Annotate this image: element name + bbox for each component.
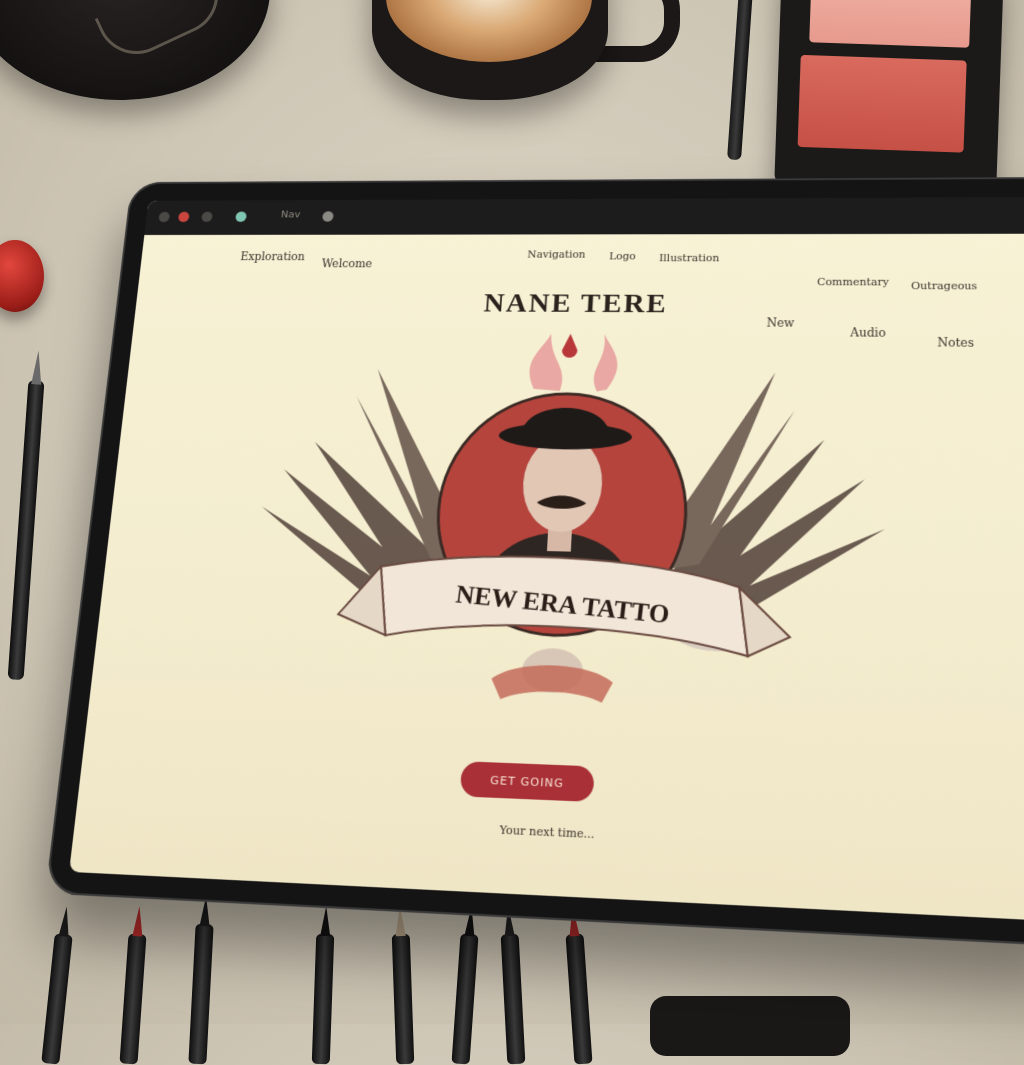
smartphone [650, 996, 850, 1056]
red-marker [119, 933, 147, 1065]
pen [7, 379, 45, 681]
browser-tab[interactable]: Nav [280, 209, 301, 220]
pen [311, 933, 335, 1065]
coffee-cup [372, 0, 680, 110]
tablet-device: Nav Exploration Welcome Navigation Logo … [45, 176, 1024, 948]
nav-link[interactable]: Illustration [659, 252, 720, 264]
nav-link[interactable]: Welcome [321, 258, 372, 270]
nav-link[interactable]: Logo [609, 250, 636, 262]
pen [451, 933, 479, 1065]
window-control-icon[interactable] [158, 211, 171, 223]
window-control-icon[interactable] [201, 211, 213, 222]
nav-link[interactable]: Commentary [817, 276, 889, 288]
red-marker [565, 933, 593, 1065]
hero-illustration: NEW ERA TATTO [252, 333, 886, 704]
pencil [391, 933, 415, 1065]
footer-tagline: Your next time... [499, 823, 595, 842]
red-pen-cap [0, 240, 44, 312]
pen [41, 933, 73, 1065]
browser-toolbar: Nav [144, 197, 1024, 236]
nav-link[interactable]: Exploration [240, 251, 306, 263]
blush-palette [774, 0, 1004, 192]
pen [500, 933, 526, 1065]
pen [188, 923, 214, 1065]
status-dot-icon [235, 211, 247, 222]
browser-window: Nav Exploration Welcome Navigation Logo … [69, 197, 1024, 922]
close-icon[interactable] [177, 211, 190, 223]
get-going-button[interactable]: GET GOING [459, 761, 595, 803]
nav-link[interactable]: Navigation [527, 249, 586, 261]
site-wordmark[interactable]: NANE TERE [135, 287, 1024, 322]
menu-dot-icon[interactable] [321, 211, 334, 222]
pen [727, 0, 755, 161]
